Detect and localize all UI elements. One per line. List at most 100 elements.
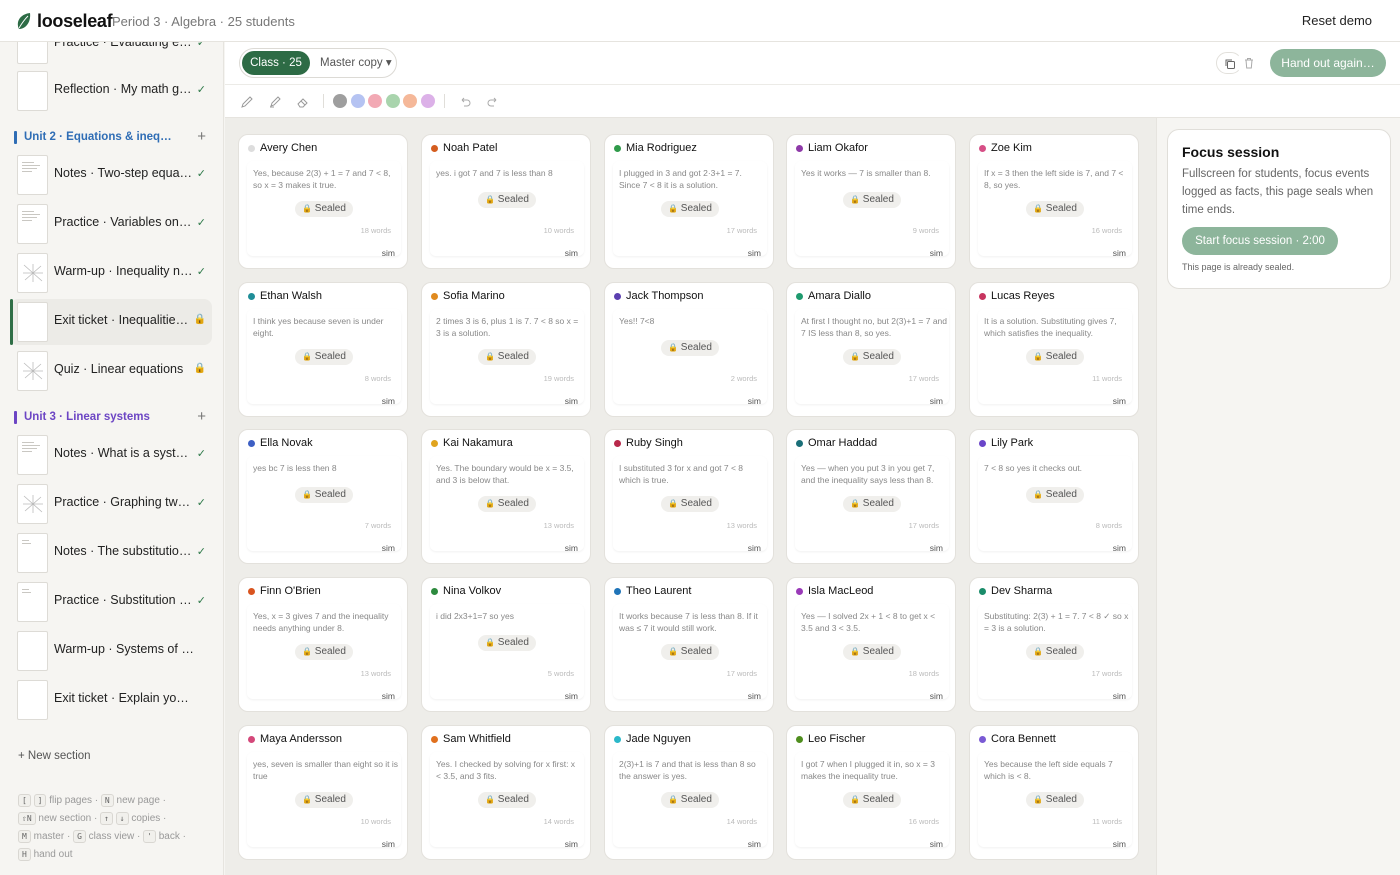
- sidebar-page-item[interactable]: Practice · Variables on b… ✓: [10, 201, 212, 247]
- student-answer: yes. i got 7 and 7 is less than 8: [436, 168, 553, 178]
- sim-label: sim: [747, 396, 761, 406]
- sealed-label: Sealed: [1045, 489, 1077, 500]
- unit-2-header[interactable]: Unit 2 · Equations & ineq… +: [14, 128, 210, 146]
- student-card[interactable]: Noah Patel yes. i got 7 and 7 is less tha…: [421, 134, 591, 269]
- sim-label: sim: [929, 691, 943, 701]
- new-section-button[interactable]: + New section: [18, 750, 91, 762]
- student-card[interactable]: Dev Sharma Substituting: 2(3) + 1 = 7. 7 …: [969, 577, 1139, 712]
- master-copy-dropdown[interactable]: Master copy ▾: [320, 51, 392, 75]
- student-card[interactable]: Ruby Singh I substituted 3 for x and got …: [604, 429, 774, 564]
- class-view-tab[interactable]: Class · 25: [242, 51, 310, 75]
- sealed-badge: 🔒 Sealed: [843, 349, 901, 365]
- key-up: ↑: [100, 812, 113, 825]
- page-thumbnail: [17, 582, 48, 622]
- student-card[interactable]: Lily Park 7 < 8 so yes it checks out. 🔒 Se…: [969, 429, 1139, 564]
- sidebar-page-item[interactable]: Practice · Substitution dr… ✓: [10, 579, 212, 625]
- sidebar-page-item[interactable]: Reflection · My math goals ✓: [10, 68, 212, 114]
- color-swatch[interactable]: [368, 94, 382, 108]
- student-card[interactable]: Isla MacLeod Yes — I solved 2x + 1 < 8 to…: [786, 577, 956, 712]
- unit-3-header[interactable]: Unit 3 · Linear systems +: [14, 408, 210, 426]
- sidebar-page-item[interactable]: Practice · Graphing two l… ✓: [10, 481, 212, 527]
- student-card[interactable]: Maya Andersson yes, seven is smaller than…: [238, 725, 408, 860]
- page-title: Reflection · My math goals: [54, 82, 194, 96]
- student-answer: Yes, because 2(3) + 1 = 7 and 7 < 8, so …: [253, 168, 391, 190]
- student-answer: 7 < 8 so yes it checks out.: [984, 463, 1083, 473]
- student-card[interactable]: Leo Fischer I got 7 when I plugged it in,…: [786, 725, 956, 860]
- reset-demo-button[interactable]: Reset demo: [1302, 13, 1372, 28]
- student-card[interactable]: Theo Laurent It works because 7 is less t…: [604, 577, 774, 712]
- right-panel: Focus session Fullscreen for students, f…: [1156, 118, 1400, 875]
- student-card[interactable]: Cora Bennett Yes because the left side eq…: [969, 725, 1139, 860]
- student-card[interactable]: Kai Nakamura Yes. The boundary would be x…: [421, 429, 591, 564]
- student-card[interactable]: Jack Thompson Yes!! 7<8 🔒 Sealed 2 words sim: [604, 282, 774, 417]
- hand-out-again-button[interactable]: Hand out again…: [1270, 49, 1386, 77]
- redo-icon[interactable]: [486, 95, 500, 109]
- student-card[interactable]: Amara Diallo At first I thought no, but 2…: [786, 282, 956, 417]
- student-card[interactable]: Ella Novak yes bc 7 is less then 8 🔒 Seale…: [238, 429, 408, 564]
- delete-button[interactable]: [1236, 52, 1262, 74]
- word-count: 16 words: [908, 817, 939, 826]
- student-grid: Avery Chen Yes, because 2(3) + 1 = 7 and …: [225, 118, 1156, 875]
- student-color-dot: [431, 440, 438, 447]
- sealed-badge: 🔒 Sealed: [478, 792, 536, 808]
- lock-icon: 🔒: [485, 352, 496, 361]
- student-card[interactable]: Zoe Kim If x = 3 then the left side is 7,…: [969, 134, 1139, 269]
- sealed-label: Sealed: [680, 498, 712, 509]
- sealed-label: Sealed: [497, 637, 529, 648]
- undo-icon[interactable]: [458, 95, 472, 109]
- sealed-label: Sealed: [1045, 351, 1077, 362]
- sidebar-page-item[interactable]: Warm-up · Systems of eq…: [10, 628, 212, 674]
- start-focus-session-button[interactable]: Start focus session · 2:00: [1182, 227, 1338, 255]
- word-count: 17 words: [908, 521, 939, 530]
- sidebar-page-item[interactable]: Notes · Two-step equati… ✓: [10, 152, 212, 198]
- unit-3-add-page-button[interactable]: +: [197, 408, 206, 425]
- sim-label: sim: [929, 248, 943, 258]
- eraser-icon[interactable]: [296, 95, 310, 109]
- sidebar-page-item[interactable]: Warm-up · Inequality nu… ✓: [10, 250, 212, 296]
- color-swatch[interactable]: [403, 94, 417, 108]
- sidebar-page-item[interactable]: Quiz · Linear equations 🔒: [10, 348, 212, 394]
- student-name: Sofia Marino: [443, 290, 505, 302]
- sidebar-page-item[interactable]: Practice · Evaluating ex… ✓: [10, 42, 212, 67]
- sim-label: sim: [381, 839, 395, 849]
- highlighter-icon[interactable]: [268, 95, 282, 109]
- student-card[interactable]: Lucas Reyes It is a solution. Substitutin…: [969, 282, 1139, 417]
- word-count: 13 words: [360, 669, 391, 678]
- color-swatch[interactable]: [420, 94, 435, 108]
- student-card[interactable]: Sam Whitfield Yes. I checked by solving f…: [421, 725, 591, 860]
- lock-icon: 🔒: [302, 352, 313, 361]
- sealed-badge: 🔒 Sealed: [661, 201, 719, 217]
- shortcut-back: back ·: [158, 831, 186, 842]
- student-card[interactable]: Avery Chen Yes, because 2(3) + 1 = 7 and …: [238, 134, 408, 269]
- color-swatch[interactable]: [350, 94, 365, 108]
- student-card[interactable]: Sofia Marino 2 times 3 is 6, plus 1 is 7.…: [421, 282, 591, 417]
- student-color-dot: [248, 588, 255, 595]
- toolbar-divider: [444, 94, 445, 108]
- color-swatch[interactable]: [333, 94, 347, 108]
- sidebar-page-item[interactable]: Notes · What is a system? ✓: [10, 432, 212, 478]
- app-name: looseleaf: [37, 11, 113, 31]
- sidebar-page-item[interactable]: Notes · The substitution … ✓: [10, 530, 212, 576]
- focus-session-note: This page is already sealed.: [1182, 262, 1295, 272]
- student-name: Mia Rodriguez: [626, 142, 697, 154]
- student-name: Kai Nakamura: [443, 437, 513, 449]
- student-card[interactable]: Finn O'Brien Yes, x = 3 gives 7 and the i…: [238, 577, 408, 712]
- sealed-badge: 🔒 Sealed: [295, 644, 353, 660]
- pencil-icon[interactable]: [240, 95, 254, 109]
- view-toggle: Class · 25 Master copy ▾: [239, 48, 397, 78]
- color-swatch[interactable]: [385, 94, 400, 108]
- student-card[interactable]: Mia Rodriguez I plugged in 3 and got 2·3+…: [604, 134, 774, 269]
- unit-2-add-page-button[interactable]: +: [197, 128, 206, 145]
- sidebar-page-item[interactable]: Exit ticket · Explain your r…: [10, 677, 212, 723]
- sealed-label: Sealed: [497, 351, 529, 362]
- student-card[interactable]: Ethan Walsh I think yes because seven is …: [238, 282, 408, 417]
- student-card[interactable]: Liam Okafor Yes it works — 7 is smaller t…: [786, 134, 956, 269]
- student-card[interactable]: Jade Nguyen 2(3)+1 is 7 and that is less …: [604, 725, 774, 860]
- student-card[interactable]: Nina Volkov i did 2x3+1=7 so yes 🔒 Sealed 5…: [421, 577, 591, 712]
- page-title: Quiz · Linear equations: [54, 362, 184, 376]
- lock-icon: 🔒: [1033, 795, 1044, 804]
- student-card[interactable]: Omar Haddad Yes — when you put 3 in you g…: [786, 429, 956, 564]
- sidebar-page-item[interactable]: Exit ticket · Inequalities … 🔒: [10, 299, 212, 345]
- student-color-dot: [248, 440, 255, 447]
- student-name: Amara Diallo: [808, 290, 871, 302]
